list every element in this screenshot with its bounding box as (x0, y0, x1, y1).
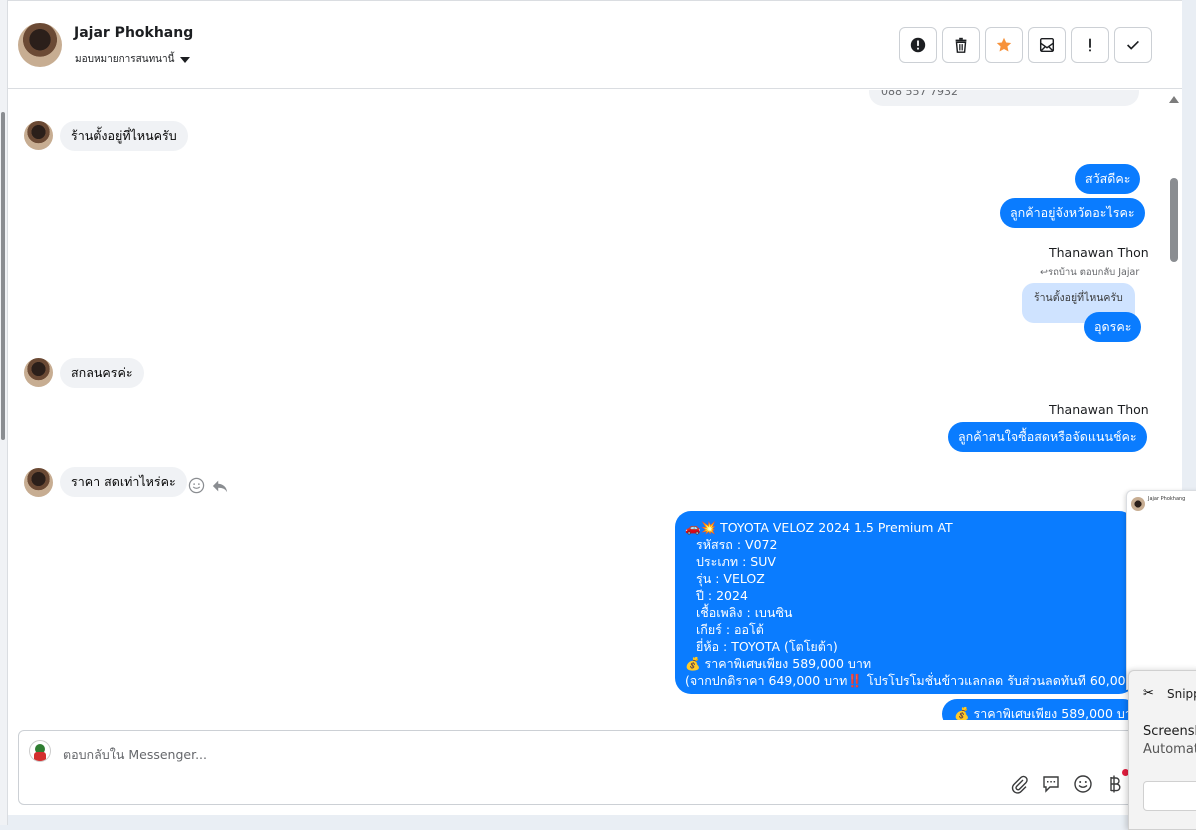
outgoing-message-partial[interactable]: 💰 ราคาพิเศษเพียง 589,000 บาท (942, 699, 1138, 720)
star-button[interactable] (985, 27, 1023, 63)
scroll-thumb[interactable] (1170, 178, 1178, 262)
car-detail-line: รหัสรถ : V072 (696, 537, 778, 552)
reply-icon[interactable] (211, 478, 229, 494)
outgoing-message[interactable]: ลูกค้าสนใจซื้อสดหรือจัดแนนช์คะ (948, 422, 1147, 452)
car-promo: (จากปกติราคา 649,000 บาท‼️ โปรโปรโมชั่นข… (685, 673, 1166, 688)
message-list[interactable]: 088 557 7932 ร้านตั้งอยู่ที่ไหนครับ สวัส… (8, 90, 1168, 720)
mark-important-button[interactable] (1071, 27, 1109, 63)
incoming-message[interactable]: ราคา สดเท่าไหร่คะ (60, 467, 187, 497)
car-detail-line: ประเภท : SUV (696, 554, 776, 569)
reply-meta-text: รถบ้าน ตอบกลับ Jajar (1047, 267, 1140, 278)
car-detail-line: เกียร์ : ออโต้ (696, 622, 764, 637)
sender-name: Thanawan Thon (1049, 245, 1149, 260)
saved-replies-icon[interactable] (1041, 774, 1061, 794)
scissors-icon: ✂ (1143, 686, 1154, 701)
reply-arrow-icon: ↩ (1040, 267, 1048, 278)
incoming-message[interactable]: สกลนครค่ะ (60, 358, 144, 388)
notification-body: Automat (1143, 742, 1196, 757)
report-spam-button[interactable] (899, 27, 937, 63)
message-hover-actions (188, 477, 229, 494)
mark-done-button[interactable] (1114, 27, 1152, 63)
car-listing-message[interactable]: 🚗💥 TOYOTA VELOZ 2024 1.5 Premium AT รหัส… (675, 511, 1166, 694)
scroll-up-arrow-icon[interactable] (1169, 96, 1179, 103)
exclamation-icon (1089, 38, 1091, 52)
outgoing-message[interactable]: ลูกค้าอยู่จังหวัดอะไรคะ (1000, 198, 1145, 228)
reply-composer (18, 730, 1142, 805)
contact-avatar-small[interactable] (24, 468, 53, 497)
notification-app-name: Snipp (1167, 687, 1196, 701)
car-title: 🚗💥 TOYOTA VELOZ 2024 1.5 Premium AT (685, 520, 953, 535)
reply-input[interactable] (63, 744, 763, 764)
contact-name[interactable]: Jajar Phokhang (74, 25, 193, 41)
caret-down-icon (180, 56, 191, 63)
composer-tools (1009, 774, 1125, 794)
check-icon (1127, 40, 1139, 50)
star-icon (996, 37, 1012, 52)
car-detail-line: เชื้อเพลิง : เบนซิน (696, 605, 793, 620)
emoji-icon[interactable] (1073, 774, 1093, 794)
contact-avatar[interactable] (18, 23, 62, 67)
notification-button[interactable] (1143, 781, 1196, 811)
car-price: 💰 ราคาพิเศษเพียง 589,000 บาท (685, 656, 872, 671)
page-avatar (29, 740, 51, 762)
car-detail-line: รุ่น : VELOZ (696, 571, 765, 586)
left-scroll-thumb[interactable] (1, 112, 5, 440)
left-scrollbar[interactable] (0, 0, 8, 825)
conversation-panel: Jajar Phokhang มอบหมายการสนทนานี้ 088 55… (8, 0, 1182, 815)
trash-icon (955, 37, 967, 53)
outgoing-message[interactable]: อุดรคะ (1084, 312, 1142, 342)
car-detail-line: ปี : 2024 (696, 588, 748, 603)
reply-meta: ↩รถบ้าน ตอบกลับ Jajar (1040, 265, 1139, 280)
mark-unread-icon (1039, 37, 1055, 53)
action-toolbar (899, 27, 1152, 63)
contact-avatar-small[interactable] (24, 358, 53, 387)
messenger-app: Jajar Phokhang มอบหมายการสนทนานี้ 088 55… (0, 0, 1196, 830)
assign-label: มอบหมายการสนทนานี้ (75, 54, 175, 65)
baht-payment-icon[interactable] (1105, 774, 1125, 794)
emoji-react-icon[interactable] (188, 477, 205, 494)
snipping-tool-notification[interactable]: ✂ Snipp Screensh Automat (1128, 670, 1196, 830)
car-detail-line: ยี่ห้อ : TOYOTA (โตโยต้า) (696, 639, 838, 654)
mark-unread-button[interactable] (1028, 27, 1066, 63)
notification-title: Screensh (1143, 724, 1196, 739)
delete-button[interactable] (942, 27, 980, 63)
mini-chat-name: Jajar Phokhang (1148, 496, 1186, 502)
previous-message-bubble: 088 557 7932 (869, 90, 1139, 106)
alert-circle-icon (910, 37, 926, 53)
conversation-header: Jajar Phokhang มอบหมายการสนทนานี้ (8, 1, 1182, 89)
assign-conversation-dropdown[interactable]: มอบหมายการสนทนานี้ (75, 52, 191, 67)
contact-avatar-small[interactable] (24, 121, 53, 150)
outgoing-message[interactable]: สวัสดีคะ (1075, 164, 1141, 194)
sender-name: Thanawan Thon (1049, 402, 1149, 417)
attachment-icon[interactable] (1009, 774, 1029, 794)
mini-chat-window[interactable]: Jajar Phokhang (1126, 490, 1196, 690)
incoming-message[interactable]: ร้านตั้งอยู่ที่ไหนครับ (60, 121, 188, 151)
mini-avatar (1131, 497, 1145, 511)
